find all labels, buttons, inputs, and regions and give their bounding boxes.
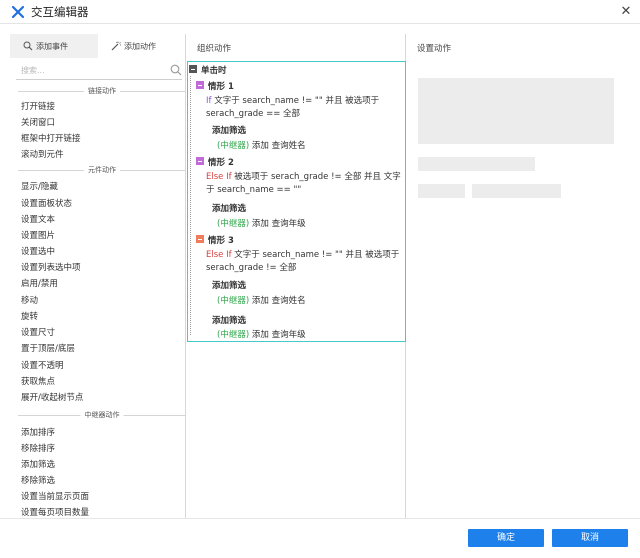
wand-icon [111, 41, 121, 51]
case-label: 情形 2 [208, 158, 234, 168]
action-item[interactable]: 移除筛选 [21, 474, 55, 486]
section-repeater-actions: 中继器动作 [18, 410, 185, 420]
action-add-text: 添加 [251, 141, 269, 151]
action-item[interactable]: 展开/收起树节点 [21, 391, 83, 403]
action-item[interactable]: 启用/禁用 [21, 277, 58, 289]
placeholder-line [418, 157, 535, 171]
panel-title: 组织动作 [197, 44, 232, 54]
action-add-filter[interactable]: 添加筛选 [212, 314, 246, 326]
tree-guide-line [190, 76, 191, 335]
action-item[interactable]: 设置选中 [21, 245, 55, 257]
filter-name: 查询姓名 [271, 296, 306, 306]
tab-add-action-label: 添加动作 [124, 42, 156, 51]
window-title: 交互编辑器 [31, 5, 89, 19]
if-keyword: If [206, 96, 212, 106]
action-detail[interactable]: (中继器) 添加 查询姓名 [217, 294, 306, 306]
organize-actions-panel: 组织动作 单击时 情形 1 If 文字于 search_name != "" 并… [187, 34, 406, 518]
action-item[interactable]: 设置图片 [21, 229, 55, 241]
action-library-panel: 添加事件 添加动作 链接动作 打开链接 关闭窗口 框架中打开链接 滚动到元件 元… [10, 34, 186, 518]
action-add-filter[interactable]: 添加筛选 [212, 202, 246, 214]
case-condition: If 文字于 search_name != "" 并且 被选项于 [206, 94, 379, 106]
filter-grade: 查询年级 [271, 219, 306, 229]
configure-action-panel: 设置动作 [407, 34, 632, 518]
action-detail[interactable]: (中继器) 添加 查询姓名 [217, 139, 306, 151]
collapse-icon[interactable] [196, 81, 204, 89]
action-item[interactable]: 框架中打开链接 [21, 132, 81, 144]
action-add-text: 添加 [251, 296, 269, 306]
condition-text: serach_grade != 全部 [206, 263, 297, 273]
action-item[interactable]: 移除排序 [21, 442, 55, 454]
repeater-label: (中继器) [217, 330, 250, 340]
placeholder-line [472, 184, 561, 198]
placeholder-line [418, 184, 465, 198]
cancel-button[interactable]: 取消 [552, 529, 628, 547]
tab-add-event[interactable]: 添加事件 [10, 34, 98, 58]
collapse-icon[interactable] [189, 65, 197, 73]
action-item[interactable]: 设置列表选中项 [21, 261, 81, 273]
section-title: 链接动作 [84, 86, 120, 96]
repeater-label: (中继器) [217, 219, 250, 229]
action-item[interactable]: 设置当前显示页面 [21, 490, 89, 502]
section-title: 元件动作 [84, 165, 120, 175]
dialog-footer: 确定 取消 [0, 518, 640, 558]
action-add-text: 添加 [251, 330, 269, 340]
action-item[interactable]: 置于顶层/底层 [21, 342, 75, 354]
section-link-actions: 链接动作 [18, 86, 185, 96]
condition-text: serach_grade == 全部 [206, 109, 301, 119]
case-label: 情形 1 [208, 82, 234, 92]
app-logo-icon [11, 5, 25, 19]
section-widget-actions: 元件动作 [18, 165, 185, 175]
action-add-filter[interactable]: 添加筛选 [212, 124, 246, 136]
action-item[interactable]: 添加筛选 [21, 458, 55, 470]
action-item[interactable]: 打开链接 [21, 100, 55, 112]
action-item[interactable]: 移动 [21, 294, 38, 306]
filter-grade: 查询年级 [271, 330, 306, 340]
interaction-tree[interactable]: 单击时 情形 1 If 文字于 search_name != "" 并且 被选项… [187, 61, 406, 342]
case-label: 情形 3 [208, 236, 234, 246]
case-condition: Else If 被选项于 serach_grade != 全部 并且 文字 [206, 170, 401, 182]
left-tabs: 添加事件 添加动作 [10, 34, 185, 58]
action-item[interactable]: 滚动到元件 [21, 148, 64, 160]
action-item[interactable]: 显示/隐藏 [21, 180, 58, 192]
condition-text: 被选项于 serach_grade != 全部 并且 文字 [234, 172, 401, 182]
action-item[interactable]: 设置面板状态 [21, 197, 72, 209]
action-item[interactable]: 添加排序 [21, 426, 55, 438]
action-item[interactable]: 关闭窗口 [21, 116, 55, 128]
else-if-keyword: Else If [206, 172, 232, 182]
action-add-text: 添加 [251, 219, 269, 229]
action-item[interactable]: 设置尺寸 [21, 326, 55, 338]
action-item[interactable]: 旋转 [21, 310, 38, 322]
action-item[interactable]: 获取焦点 [21, 375, 55, 387]
condition-text: 文字于 search_name != "" 并且 被选项于 [214, 96, 380, 106]
title-bar: 交互编辑器 ✕ [0, 0, 640, 24]
panel-title: 设置动作 [417, 44, 452, 54]
action-item[interactable]: 设置不透明 [21, 359, 64, 371]
collapse-icon[interactable] [196, 235, 204, 243]
search-icon[interactable] [170, 64, 182, 76]
repeater-label: (中继器) [217, 296, 250, 306]
event-label: 单击时 [201, 66, 227, 76]
filter-name: 查询姓名 [271, 141, 306, 151]
event-icon [23, 41, 33, 51]
collapse-icon[interactable] [196, 157, 204, 165]
action-item[interactable]: 设置文本 [21, 213, 55, 225]
repeater-label: (中继器) [217, 141, 250, 151]
placeholder-block [418, 78, 614, 144]
condition-text: 于 search_name == "" [206, 185, 302, 195]
tab-add-action[interactable]: 添加动作 [98, 34, 185, 58]
search-input[interactable] [16, 62, 182, 80]
tab-add-event-label: 添加事件 [36, 42, 68, 51]
action-item[interactable]: 设置每页项目数量 [21, 506, 89, 518]
action-detail[interactable]: (中继器) 添加 查询年级 [217, 328, 306, 340]
case-condition: Else If 文字于 search_name != "" 并且 被选项于 [206, 248, 399, 260]
section-title: 中继器动作 [80, 410, 124, 420]
action-detail[interactable]: (中继器) 添加 查询年级 [217, 217, 306, 229]
else-if-keyword: Else If [206, 250, 232, 260]
condition-text: 文字于 search_name != "" 并且 被选项于 [234, 250, 400, 260]
action-add-filter[interactable]: 添加筛选 [212, 279, 246, 291]
close-icon[interactable]: ✕ [616, 2, 636, 22]
ok-button[interactable]: 确定 [468, 529, 544, 547]
